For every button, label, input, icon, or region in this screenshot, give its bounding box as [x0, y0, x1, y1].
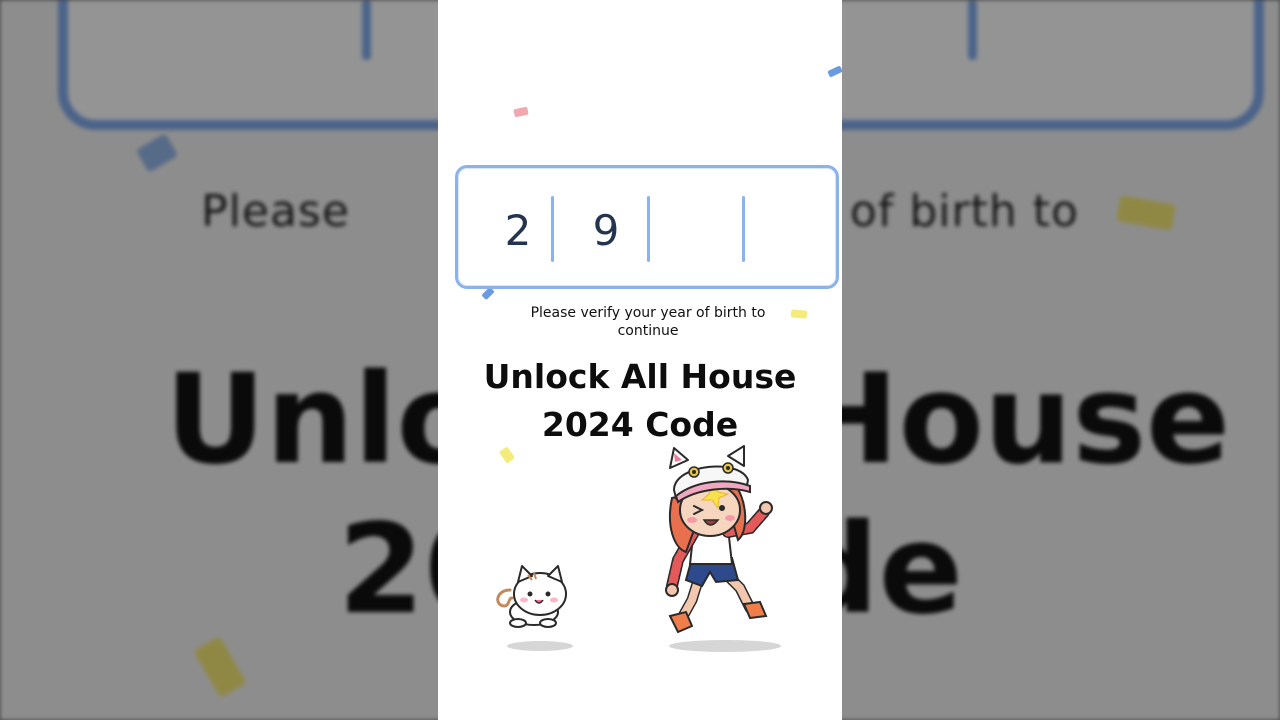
- confetti-icon: [827, 65, 842, 78]
- illustration: [496, 445, 781, 652]
- confetti-icon: [513, 106, 529, 118]
- verify-prompt: Please verify your year of birth to cont…: [530, 305, 766, 339]
- girl-shadow: [669, 640, 781, 652]
- digit-separator: [742, 196, 745, 262]
- confetti-icon: [790, 309, 808, 319]
- cat-icon: [496, 565, 567, 628]
- digit-separator: [551, 196, 554, 262]
- digit-separator: [647, 196, 650, 262]
- girl-character-icon: [665, 445, 773, 634]
- video-frame: Please of birth to Unlo House 20 de 2 9 …: [0, 0, 1280, 720]
- digit-slot-1[interactable]: 2: [488, 206, 548, 256]
- cat-shadow: [507, 641, 573, 651]
- video-title: Unlock All House 2024 Code: [438, 353, 842, 449]
- title-line-1: Unlock All House: [483, 357, 797, 396]
- year-code-input[interactable]: 2 9: [455, 165, 839, 289]
- app-panel: 2 9 Please verify your year of birth to …: [438, 0, 842, 720]
- digit-slot-2[interactable]: 9: [576, 206, 636, 256]
